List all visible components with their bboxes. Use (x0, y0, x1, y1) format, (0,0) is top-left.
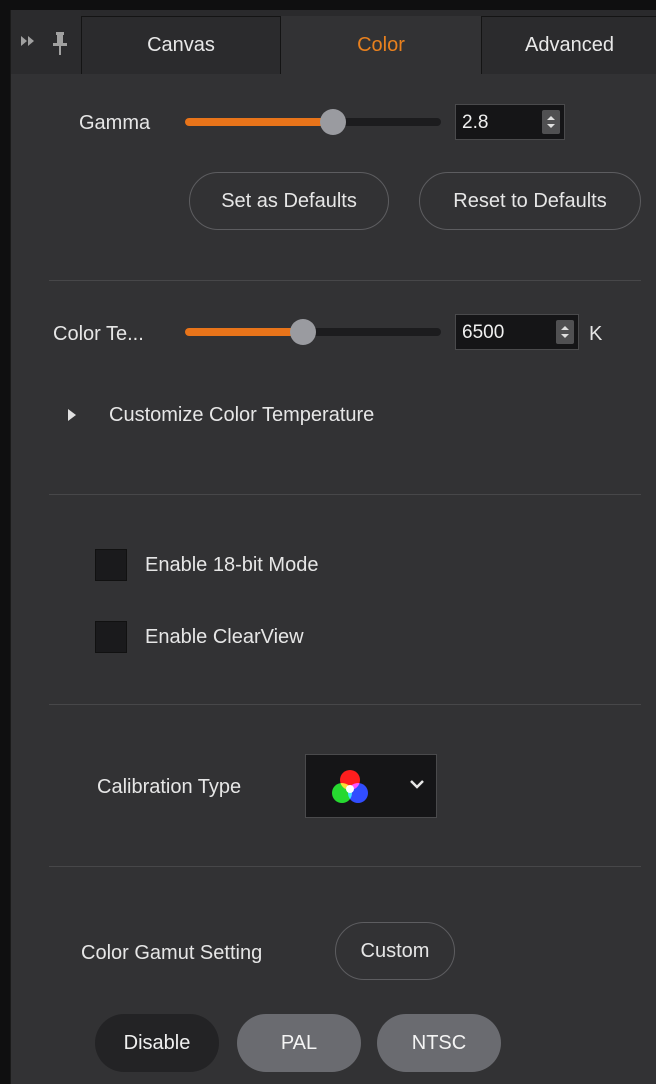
color-temperature-unit: K (589, 323, 603, 345)
gamma-stepper[interactable] (542, 110, 560, 134)
tab-canvas[interactable]: Canvas (81, 16, 281, 74)
color-temperature-slider-fill (185, 328, 303, 336)
divider (49, 866, 641, 867)
set-defaults-button[interactable]: Set as Defaults (189, 172, 389, 230)
gamut-mode-ntsc[interactable]: NTSC (377, 1014, 501, 1072)
tab-color[interactable]: Color (281, 16, 481, 74)
color-temperature-slider-thumb[interactable] (290, 319, 316, 345)
enable-18bit-checkbox[interactable] (95, 549, 127, 581)
gamma-slider-fill (185, 118, 333, 126)
settings-panel: Canvas Color Advanced Gamma 2.8 Set as D… (10, 10, 656, 1084)
gamma-spinbox[interactable]: 2.8 (455, 104, 565, 140)
calibration-type-label: Calibration Type (97, 776, 242, 798)
color-gamut-label: Color Gamut Setting (81, 942, 263, 964)
customize-color-temperature-toggle[interactable]: Customize Color Temperature (61, 402, 461, 432)
customize-color-temperature-label[interactable]: Customize Color Temperature (109, 404, 374, 427)
gamut-mode-pal[interactable]: PAL (237, 1014, 361, 1072)
gamma-value[interactable]: 2.8 (462, 112, 488, 134)
reset-defaults-button[interactable]: Reset to Defaults (419, 172, 641, 230)
tab-bar: Canvas Color Advanced (11, 10, 656, 74)
tabbar-tools (11, 10, 81, 74)
up-down-arrows-icon (561, 326, 569, 338)
divider (49, 704, 641, 705)
gamut-mode-disable[interactable]: Disable (95, 1014, 219, 1072)
enable-18bit-label[interactable]: Enable 18-bit Mode (145, 554, 318, 577)
color-temperature-slider[interactable] (185, 319, 441, 345)
divider (49, 280, 641, 281)
gamma-slider-thumb[interactable] (320, 109, 346, 135)
tab-advanced[interactable]: Advanced (481, 16, 656, 74)
pin-icon[interactable] (53, 32, 67, 56)
gamma-slider[interactable] (185, 109, 441, 135)
gamut-custom-button[interactable]: Custom (335, 922, 455, 980)
gamma-label: Gamma (79, 112, 151, 134)
divider (49, 494, 641, 495)
enable-clearview-checkbox[interactable] (95, 621, 127, 653)
color-temperature-spinbox[interactable]: 6500 (455, 314, 579, 350)
up-down-arrows-icon (547, 116, 555, 128)
chevron-down-icon (410, 780, 424, 789)
color-temperature-stepper[interactable] (556, 320, 574, 344)
enable-clearview-label[interactable]: Enable ClearView (145, 626, 304, 649)
calibration-type-dropdown[interactable] (305, 754, 437, 818)
color-temperature-value[interactable]: 6500 (462, 322, 504, 344)
rgb-circles-icon (332, 770, 368, 803)
expand-icon[interactable] (21, 36, 37, 50)
expand-arrow-icon[interactable] (67, 408, 77, 422)
color-temperature-label: Color Te... (53, 323, 144, 345)
